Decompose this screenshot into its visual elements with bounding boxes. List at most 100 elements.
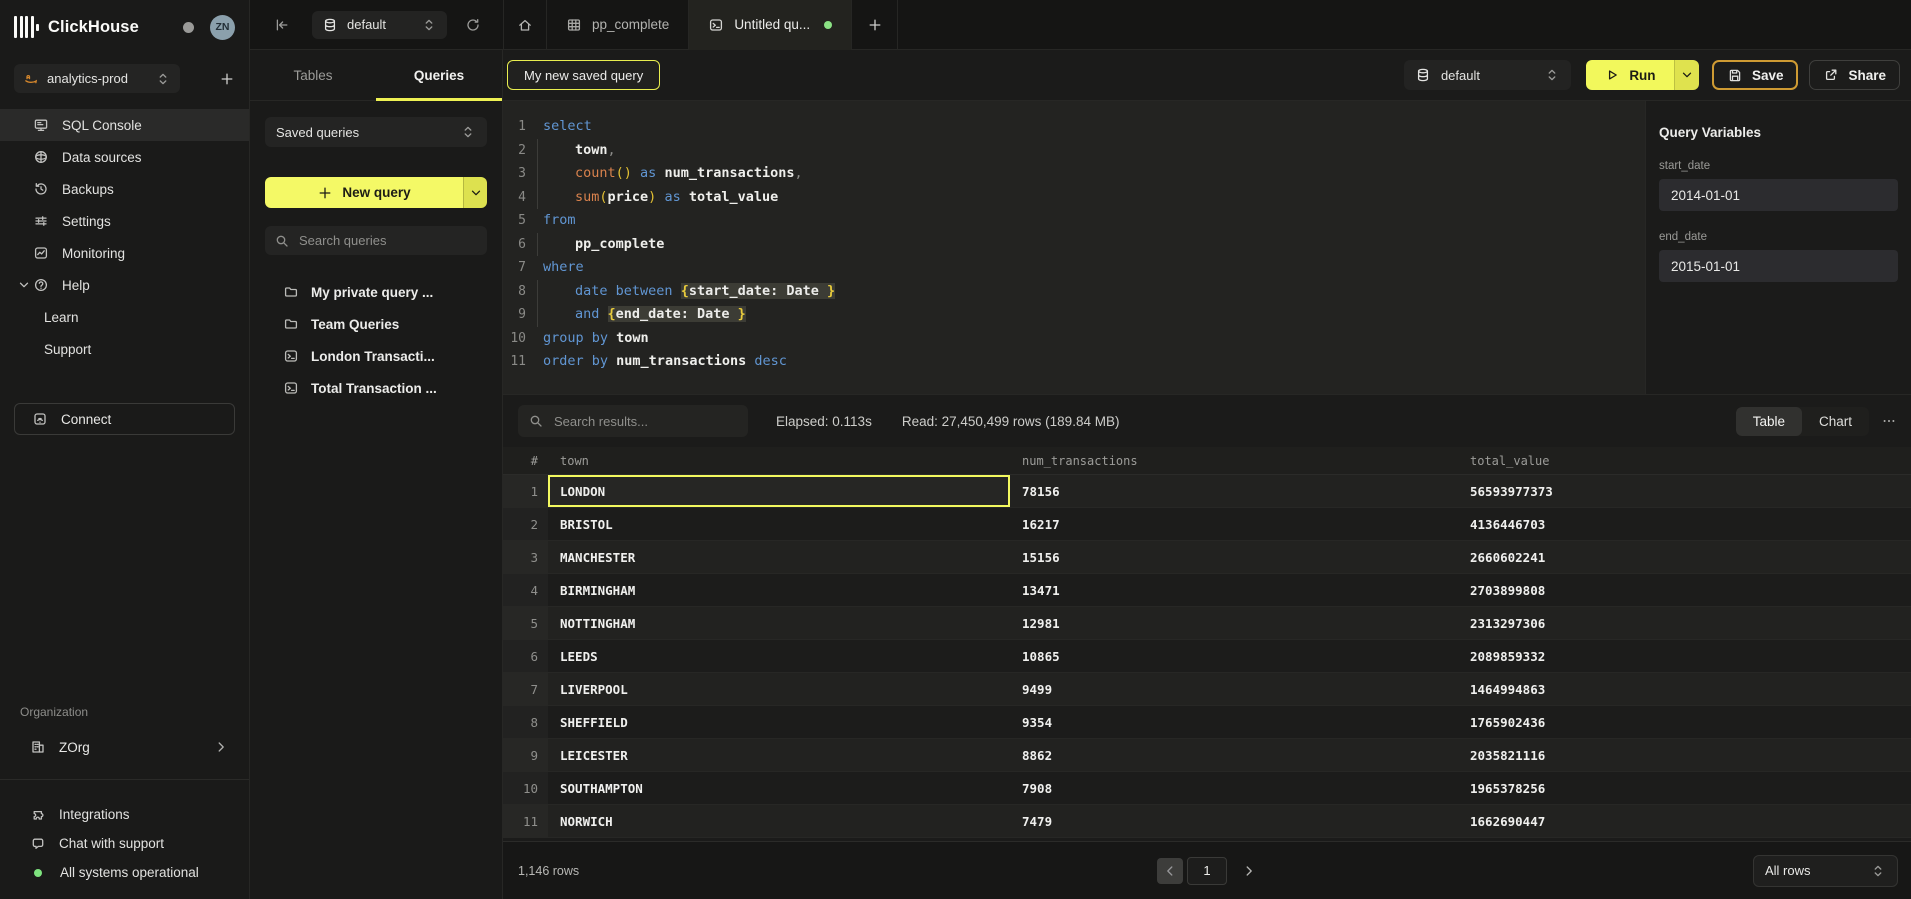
editor-database-selector[interactable]: default <box>1404 60 1571 90</box>
organization-item[interactable]: ZOrg <box>0 731 249 763</box>
cell[interactable]: NORWICH <box>548 805 1010 837</box>
page-size-selector[interactable]: All rows <box>1753 855 1898 887</box>
new-tab-button[interactable] <box>852 0 898 50</box>
sidebar-item-support[interactable]: Support <box>0 333 249 365</box>
row-index[interactable]: 11 <box>503 805 548 837</box>
cell[interactable]: 2703899808 <box>1458 574 1911 606</box>
start-date-input[interactable] <box>1659 179 1898 211</box>
run-button[interactable]: Run <box>1586 60 1699 90</box>
sidebar-item-integrations[interactable]: Integrations <box>0 800 249 829</box>
cell[interactable]: 1765902436 <box>1458 706 1911 738</box>
tab-untitled-query[interactable]: Untitled qu... <box>689 0 852 50</box>
row-index[interactable]: 10 <box>503 772 548 804</box>
saved-query-team-queries[interactable]: Team Queries <box>250 308 502 340</box>
cell[interactable]: 4136446703 <box>1458 508 1911 540</box>
editor-toolbar-actions: default Run Save Share <box>1404 60 1900 90</box>
cell[interactable]: 12981 <box>1010 607 1458 639</box>
avatar[interactable]: ZN <box>210 15 235 40</box>
search-queries-input[interactable] <box>297 232 478 249</box>
connect-button[interactable]: Connect <box>14 403 235 435</box>
cell[interactable]: 10865 <box>1010 640 1458 672</box>
end-date-input[interactable] <box>1659 250 1898 282</box>
view-toggle-chart[interactable]: Chart <box>1802 407 1869 436</box>
page-number-input[interactable]: 1 <box>1187 857 1227 885</box>
cell[interactable]: 9499 <box>1010 673 1458 705</box>
row-index[interactable]: 6 <box>503 640 548 672</box>
new-query-button[interactable]: New query <box>265 177 487 208</box>
cell[interactable]: 2035821116 <box>1458 739 1911 771</box>
sidebar-item-backups[interactable]: Backups <box>0 173 249 205</box>
clickhouse-logo-icon[interactable] <box>14 15 39 39</box>
cell[interactable]: 16217 <box>1010 508 1458 540</box>
sidebar-item-help[interactable]: Help <box>0 269 249 301</box>
cell[interactable]: BIRMINGHAM <box>548 574 1010 606</box>
results-more-button[interactable] <box>1881 413 1897 429</box>
sidebar-item-learn[interactable]: Learn <box>0 301 249 333</box>
row-index[interactable]: 8 <box>503 706 548 738</box>
row-index[interactable]: 2 <box>503 508 548 540</box>
code-line-text: and {end_date: Date } <box>537 303 746 327</box>
pagination: 1 <box>1157 857 1257 885</box>
row-index[interactable]: 5 <box>503 607 548 639</box>
sidebar-item-monitoring[interactable]: Monitoring <box>0 237 249 269</box>
line-number: 4 <box>503 186 537 210</box>
saved-queries-filter[interactable]: Saved queries <box>265 117 487 147</box>
tab-tables[interactable]: Tables <box>250 50 376 100</box>
sidebar-item-all-systems-operational[interactable]: All systems operational <box>0 858 249 887</box>
cell[interactable]: LONDON <box>548 475 1010 507</box>
cell[interactable]: 2089859332 <box>1458 640 1911 672</box>
cell[interactable]: 2660602241 <box>1458 541 1911 573</box>
saved-query-total-transaction[interactable]: Total Transaction ... <box>250 372 502 404</box>
run-options-caret[interactable] <box>1674 60 1699 90</box>
sidebar-item-data-sources[interactable]: Data sources <box>0 141 249 173</box>
saved-query-tab[interactable]: My new saved query <box>507 60 660 90</box>
cell[interactable]: 13471 <box>1010 574 1458 606</box>
cell[interactable]: 78156 <box>1010 475 1458 507</box>
cell[interactable]: 1662690447 <box>1458 805 1911 837</box>
cell[interactable]: LEEDS <box>548 640 1010 672</box>
cell[interactable]: SHEFFIELD <box>548 706 1010 738</box>
service-selector[interactable]: analytics-prod <box>14 64 180 93</box>
row-index[interactable]: 9 <box>503 739 548 771</box>
sidebar-item-label: Integrations <box>59 807 130 822</box>
cell[interactable]: 8862 <box>1010 739 1458 771</box>
save-button[interactable]: Save <box>1712 60 1799 90</box>
cell[interactable]: 1464994863 <box>1458 673 1911 705</box>
row-index[interactable]: 4 <box>503 574 548 606</box>
sidebar-item-chat-with-support[interactable]: Chat with support <box>0 829 249 858</box>
cell[interactable]: LIVERPOOL <box>548 673 1010 705</box>
back-arrow-icon[interactable] <box>274 17 290 33</box>
cell[interactable]: 7908 <box>1010 772 1458 804</box>
home-button[interactable] <box>504 0 546 50</box>
sql-editor[interactable]: 1select2town,3count() as num_transaction… <box>503 101 1645 394</box>
sidebar-item-settings[interactable]: Settings <box>0 205 249 237</box>
tab-pp-complete[interactable]: pp_complete <box>547 0 689 50</box>
row-index[interactable]: 3 <box>503 541 548 573</box>
cell[interactable]: NOTTINGHAM <box>548 607 1010 639</box>
cell[interactable]: MANCHESTER <box>548 541 1010 573</box>
add-service-button[interactable] <box>219 71 235 87</box>
cell[interactable]: 15156 <box>1010 541 1458 573</box>
row-index[interactable]: 1 <box>503 475 548 507</box>
tab-queries[interactable]: Queries <box>376 50 502 100</box>
share-button[interactable]: Share <box>1809 60 1900 90</box>
row-index[interactable]: 7 <box>503 673 548 705</box>
search-results-input[interactable] <box>552 413 738 430</box>
previous-page-button[interactable] <box>1157 858 1183 884</box>
cell[interactable]: LEICESTER <box>548 739 1010 771</box>
saved-query-my-private-query[interactable]: My private query ... <box>250 276 502 308</box>
cell[interactable]: SOUTHAMPTON <box>548 772 1010 804</box>
cell[interactable]: 2313297306 <box>1458 607 1911 639</box>
cell[interactable]: 56593977373 <box>1458 475 1911 507</box>
sidebar-item-sql-console[interactable]: SQL Console <box>0 109 249 141</box>
cell[interactable]: 9354 <box>1010 706 1458 738</box>
cell[interactable]: 1965378256 <box>1458 772 1911 804</box>
cell[interactable]: 7479 <box>1010 805 1458 837</box>
new-query-caret[interactable] <box>463 177 487 208</box>
topbar-database-selector[interactable]: default <box>312 11 447 39</box>
next-page-button[interactable] <box>1241 863 1257 879</box>
saved-query-london-transacti[interactable]: London Transacti... <box>250 340 502 372</box>
cell[interactable]: BRISTOL <box>548 508 1010 540</box>
refresh-icon[interactable] <box>465 17 481 33</box>
view-toggle-table[interactable]: Table <box>1736 407 1802 436</box>
